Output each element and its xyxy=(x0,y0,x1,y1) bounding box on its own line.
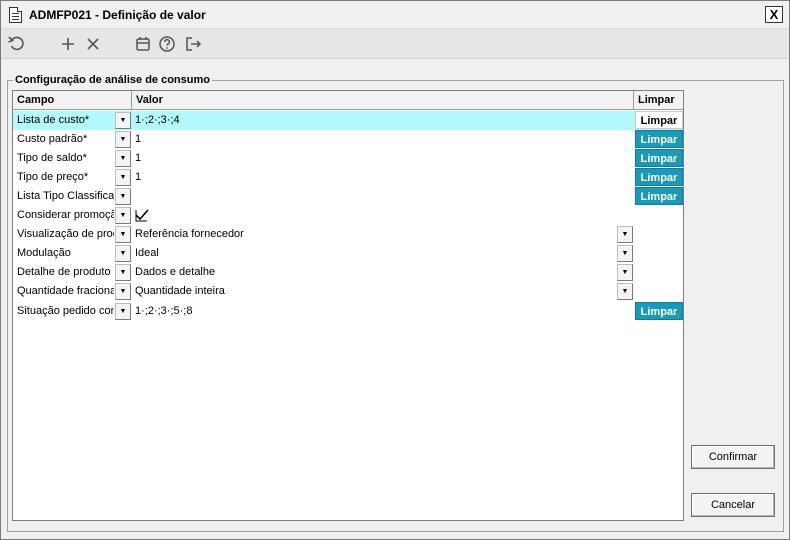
campo-cell: Tipo de preço* xyxy=(17,171,89,183)
title-bar: ADMFP021 - Definição de valor X xyxy=(1,1,789,29)
chevron-down-icon[interactable]: ▼ xyxy=(115,169,131,186)
table-row[interactable]: Lista Tipo Classificação ▼ Limpar xyxy=(13,187,683,206)
dialog-window: ADMFP021 - Definição de valor X Configur… xyxy=(0,0,790,540)
limpar-button[interactable]: Limpar xyxy=(635,149,683,167)
toolbar xyxy=(1,29,789,59)
chevron-down-icon[interactable]: ▼ xyxy=(115,150,131,167)
cancel-button[interactable]: Cancelar xyxy=(691,493,775,517)
window-title: ADMFP021 - Definição de valor xyxy=(29,8,206,22)
column-header-valor[interactable]: Valor xyxy=(132,91,634,110)
exit-icon[interactable] xyxy=(183,34,203,54)
grid-header: Campo Valor Limpar xyxy=(13,91,683,110)
campo-cell: Lista Tipo Classificação xyxy=(17,190,114,202)
delete-icon[interactable] xyxy=(83,34,103,54)
campo-cell: Modulação xyxy=(17,247,71,259)
campo-cell: Tipo de saldo* xyxy=(17,152,87,164)
valor-select[interactable]: Dados e detalhe xyxy=(135,263,215,282)
confirm-label: Confirmar xyxy=(708,451,758,463)
limpar-button[interactable]: Limpar xyxy=(635,302,683,320)
valor-cell[interactable]: 1·;2·;3·;4 xyxy=(135,111,180,130)
confirm-button[interactable]: Confirmar xyxy=(691,445,775,469)
chevron-down-icon[interactable]: ▼ xyxy=(617,264,633,281)
campo-cell: Situação pedido compra xyxy=(17,305,114,317)
cancel-label: Cancelar xyxy=(710,499,756,511)
limpar-button[interactable]: Limpar xyxy=(635,130,683,148)
table-row[interactable]: Tipo de preço* ▼ 1 Limpar xyxy=(13,168,683,187)
add-icon[interactable] xyxy=(58,34,78,54)
valor-select[interactable]: Quantidade inteira xyxy=(135,282,225,301)
campo-cell: Considerar promoção xyxy=(17,209,114,221)
calendar-icon[interactable] xyxy=(133,34,153,54)
table-row[interactable]: Detalhe de produto ▼ Dados e detalhe ▼ xyxy=(13,263,683,282)
table-row[interactable]: Quantidade fracionada ▼ Quantidade intei… xyxy=(13,282,683,301)
table-row[interactable]: Considerar promoção ▼ xyxy=(13,206,683,225)
valor-cell[interactable]: 1 xyxy=(135,149,141,168)
valor-cell[interactable]: 1·;2·;3·;5·;8 xyxy=(135,302,192,321)
chevron-down-icon[interactable]: ▼ xyxy=(617,283,633,300)
close-button[interactable]: X xyxy=(765,6,783,23)
chevron-down-icon[interactable]: ▼ xyxy=(115,131,131,148)
valor-select[interactable]: Referência fornecedor xyxy=(135,225,244,244)
chevron-down-icon[interactable]: ▼ xyxy=(115,303,131,320)
column-header-campo[interactable]: Campo xyxy=(13,91,132,110)
group-title: Configuração de análise de consumo xyxy=(13,74,212,86)
chevron-down-icon[interactable]: ▼ xyxy=(115,226,131,243)
valor-cell[interactable]: 1 xyxy=(135,168,141,187)
chevron-down-icon[interactable]: ▼ xyxy=(115,112,131,129)
limpar-button[interactable]: Limpar xyxy=(635,111,683,129)
limpar-button[interactable]: Limpar xyxy=(635,187,683,205)
table-row[interactable]: Situação pedido compra ▼ 1·;2·;3·;5·;8 L… xyxy=(13,302,683,321)
campo-cell: Quantidade fracionada xyxy=(17,285,114,297)
chevron-down-icon[interactable]: ▼ xyxy=(115,283,131,300)
campo-cell: Custo padrão* xyxy=(17,133,88,145)
table-row[interactable]: Tipo de saldo* ▼ 1 Limpar xyxy=(13,149,683,168)
limpar-button[interactable]: Limpar xyxy=(635,168,683,186)
table-row[interactable]: Modulação ▼ Ideal ▼ xyxy=(13,244,683,263)
chevron-down-icon[interactable]: ▼ xyxy=(617,245,633,262)
chevron-down-icon[interactable]: ▼ xyxy=(115,245,131,262)
config-grid: Campo Valor Limpar Lista de custo* ▼ 1·;… xyxy=(12,90,684,521)
valor-cell[interactable]: 1 xyxy=(135,130,141,149)
table-row[interactable]: Custo padrão* ▼ 1 Limpar xyxy=(13,130,683,149)
column-header-limpar[interactable]: Limpar xyxy=(634,91,683,110)
chevron-down-icon[interactable]: ▼ xyxy=(115,264,131,281)
table-row[interactable]: Visualização de produto ▼ Referência for… xyxy=(13,225,683,244)
chevron-down-icon[interactable]: ▼ xyxy=(115,207,131,224)
campo-cell: Visualização de produto xyxy=(17,228,114,240)
checkmark-icon[interactable] xyxy=(135,209,149,222)
campo-cell: Detalhe de produto xyxy=(17,266,111,278)
campo-cell: Lista de custo* xyxy=(17,114,90,126)
valor-select[interactable]: Ideal xyxy=(135,244,159,263)
document-icon xyxy=(9,7,22,23)
chevron-down-icon[interactable]: ▼ xyxy=(115,188,131,205)
refresh-icon[interactable] xyxy=(7,34,27,54)
chevron-down-icon[interactable]: ▼ xyxy=(617,226,633,243)
table-row[interactable]: Lista de custo* ▼ 1·;2·;3·;4 Limpar xyxy=(13,111,683,130)
help-icon[interactable] xyxy=(157,34,177,54)
